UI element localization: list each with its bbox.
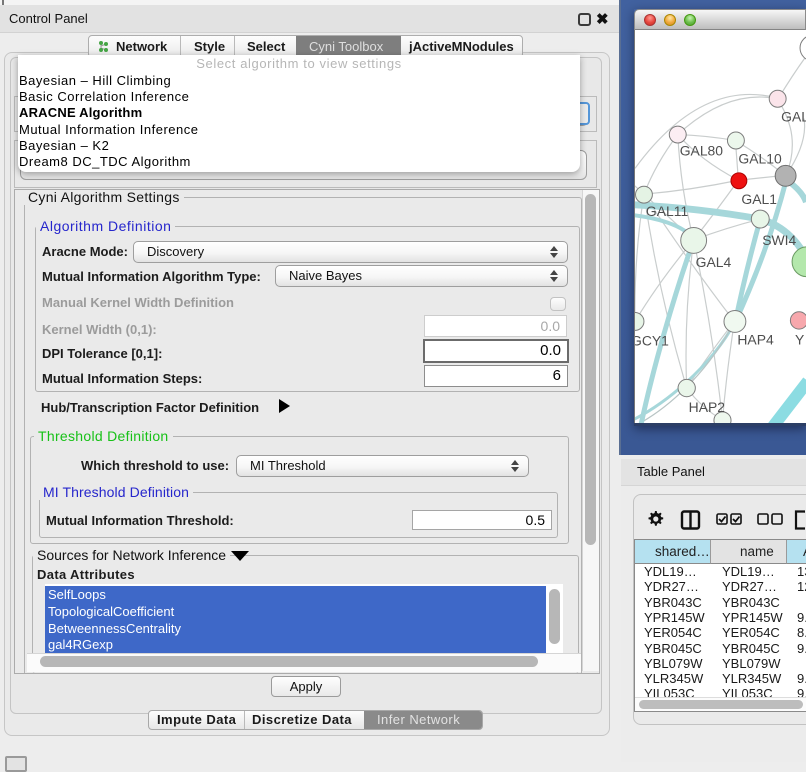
svg-text:GAL11: GAL11 — [646, 203, 689, 219]
svg-text:HAP4: HAP4 — [737, 331, 774, 347]
svg-text:GAL80: GAL80 — [680, 142, 724, 158]
svg-text:GAL4: GAL4 — [696, 254, 732, 270]
svg-text:HAP2: HAP2 — [689, 399, 726, 415]
svg-text:Y: Y — [795, 331, 804, 347]
svg-text:GAL2: GAL2 — [781, 109, 806, 125]
svg-text:GAL10: GAL10 — [738, 150, 782, 166]
svg-text:SWI4: SWI4 — [762, 232, 796, 248]
svg-text:GAL1: GAL1 — [741, 191, 777, 207]
svg-text:GCY1: GCY1 — [634, 332, 669, 348]
